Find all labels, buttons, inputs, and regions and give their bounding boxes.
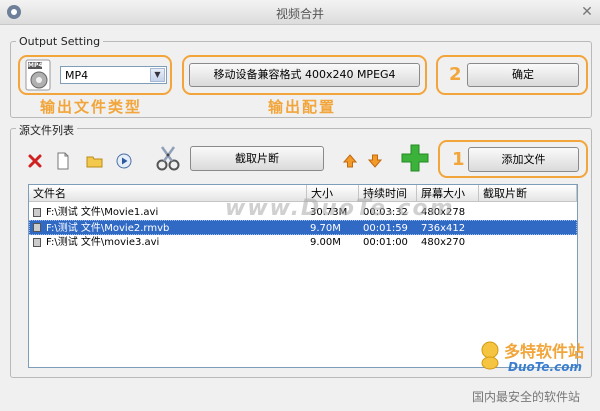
source-files-label: 源文件列表	[16, 122, 77, 138]
delete-icon[interactable]	[27, 153, 43, 169]
annotation-output-type: 输出文件类型	[40, 98, 143, 116]
row-duration: 00:01:00	[363, 237, 408, 248]
new-file-icon[interactable]	[55, 152, 71, 170]
video-file-icon	[33, 208, 41, 217]
cut-segment-button[interactable]: 截取片断	[190, 146, 324, 171]
table-row[interactable]: F:\测试 文件\movie3.avi 9.00M 00:01:00 480x2…	[29, 235, 577, 250]
mp4-format-icon: MP4	[24, 59, 54, 91]
add-icon[interactable]	[401, 144, 429, 172]
row-filename: F:\测试 文件\movie3.avi	[46, 237, 160, 248]
add-file-button[interactable]: 添加文件	[468, 147, 579, 172]
row-filename: F:\测试 文件\Movie2.rmvb	[46, 223, 170, 234]
row-screen-size: 480x270	[421, 237, 466, 248]
format-select[interactable]: MP4 ▼	[60, 66, 167, 84]
row-screen-size: 736x412	[421, 223, 466, 234]
format-badge: MP4	[28, 62, 43, 69]
chevron-down-icon[interactable]: ▼	[150, 68, 165, 82]
title-bar: 视频合并 ✕	[0, 0, 600, 25]
table-row-selected[interactable]: F:\测试 文件\Movie2.rmvb 9.70M 00:01:59 736x…	[29, 220, 577, 235]
row-size: 9.00M	[310, 237, 341, 248]
scissors-icon[interactable]	[155, 144, 181, 172]
logo-subtext: DuoTe.com	[508, 360, 582, 374]
footer-watermark: 国内最安全的软件站	[472, 390, 581, 404]
logo-text: 多特软件站	[504, 342, 585, 361]
move-down-icon[interactable]	[368, 154, 382, 168]
row-filename: F:\测试 文件\Movie1.avi	[46, 207, 159, 218]
mascot-icon	[481, 341, 499, 370]
video-file-icon	[33, 238, 41, 247]
ok-button[interactable]: 确定	[467, 63, 579, 87]
column-header-cut[interactable]: 截取片断	[479, 185, 577, 202]
format-select-value: MP4	[65, 69, 89, 82]
duote-logo: 多特软件站 DuoTe.com	[478, 336, 596, 384]
step-2-number: 2	[449, 64, 462, 85]
output-setting-label: Output Setting	[16, 35, 104, 48]
row-duration: 00:01:59	[363, 223, 408, 234]
move-up-icon[interactable]	[343, 154, 357, 168]
output-config-button[interactable]: 移动设备兼容格式 400x240 MPEG4	[189, 63, 420, 87]
row-size: 9.70M	[310, 223, 341, 234]
close-icon[interactable]: ✕	[580, 5, 594, 19]
annotation-output-config: 输出配置	[268, 98, 337, 116]
watermark-center: www.DuoTe.com	[225, 196, 455, 221]
step-1-number: 1	[452, 149, 465, 170]
play-preview-icon[interactable]	[116, 153, 132, 169]
video-file-icon	[33, 223, 41, 232]
window-title: 视频合并	[275, 7, 324, 21]
open-folder-icon[interactable]	[86, 153, 104, 169]
